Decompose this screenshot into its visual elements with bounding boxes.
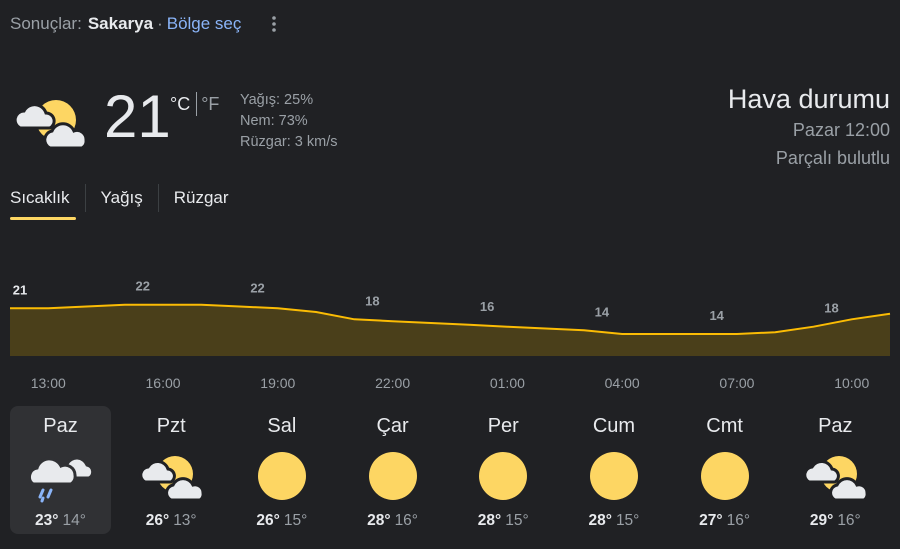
unit-switcher: °C °F xyxy=(170,92,219,116)
high-temperature: 27° xyxy=(699,512,723,529)
day-forecast[interactable]: Paz 23° 14° xyxy=(10,406,111,534)
partly-cloudy-icon xyxy=(10,92,92,152)
sun-icon xyxy=(361,448,425,504)
current-temperature: 21 xyxy=(104,83,171,150)
rain-cloud-icon xyxy=(27,448,94,504)
low-temperature: 16° xyxy=(726,512,751,529)
day-temperatures: 23° 14° xyxy=(10,512,111,530)
data-label: 22 xyxy=(136,279,150,294)
low-temperature: 15° xyxy=(505,512,529,529)
weather-time: Pazar 12:00 xyxy=(792,120,890,140)
day-forecast[interactable]: Cmt 27° 16° xyxy=(674,406,775,534)
day-name: Sal xyxy=(267,415,297,437)
high-temperature: 28° xyxy=(367,512,391,529)
low-temperature: 15° xyxy=(615,512,640,529)
day-name: Paz xyxy=(43,415,78,437)
data-label: 14 xyxy=(595,304,610,319)
day-name: Cmt xyxy=(706,415,743,437)
chart-tabs: Sıcaklık Yağış Rüzgar xyxy=(10,184,229,220)
high-temperature: 26° xyxy=(145,512,170,529)
day-forecast[interactable]: Paz 29° 16° xyxy=(785,406,886,534)
data-label: 21 xyxy=(13,282,27,297)
high-temperature: 28° xyxy=(477,512,502,529)
day-name: Per xyxy=(487,415,519,437)
more-options-icon[interactable] xyxy=(267,14,281,34)
high-temperature: 23° xyxy=(35,512,59,529)
high-temperature: 28° xyxy=(588,512,612,529)
day-forecast[interactable]: Pzt 26° 13° xyxy=(121,406,222,534)
day-temperatures: 28° 15° xyxy=(453,512,554,530)
wind-text: Rüzgar: 3 km/s xyxy=(240,134,338,150)
select-region-link[interactable]: Bölge seç xyxy=(167,14,242,34)
celsius-toggle[interactable]: °C xyxy=(170,94,190,115)
x-tick-label: 13:00 xyxy=(31,375,66,391)
fahrenheit-toggle[interactable]: °F xyxy=(201,94,219,115)
partly-cloudy-icon xyxy=(803,448,869,504)
unit-divider xyxy=(196,92,198,116)
day-temperatures: 26° 13° xyxy=(121,512,222,530)
results-label: Sonuçlar: xyxy=(10,14,82,33)
high-temperature: 26° xyxy=(256,512,280,529)
sun-icon xyxy=(471,448,535,504)
low-temperature: 16° xyxy=(394,512,419,529)
temperature-chart[interactable]: 21 22 22 18 16 14 14 18 13:00 16:00 19:00 22:00 01:0… xyxy=(0,270,900,400)
day-name: Pzt xyxy=(156,415,186,437)
day-temperatures: 26° 15° xyxy=(231,512,332,530)
data-label: 14 xyxy=(709,308,724,323)
weather-details: Yağış: 25% Nem: 73% Rüzgar: 3 km/s xyxy=(240,90,338,153)
sun-icon xyxy=(693,448,757,504)
x-tick-label: 19:00 xyxy=(260,375,295,391)
x-tick-label: 10:00 xyxy=(834,375,869,391)
low-temperature: 15° xyxy=(283,512,308,529)
x-tick-label: 16:00 xyxy=(146,375,181,391)
separator-dot: · xyxy=(157,14,163,33)
low-temperature: 14° xyxy=(62,512,86,529)
day-forecast[interactable]: Cum 28° 15° xyxy=(563,406,664,534)
weather-condition: Parçalı bulutlu xyxy=(775,148,890,168)
day-name: Cum xyxy=(592,415,636,437)
results-header: Sonuçlar: Sakarya · Bölge seç xyxy=(10,14,281,34)
data-label: 16 xyxy=(480,299,494,314)
x-tick-label: 07:00 xyxy=(719,375,754,391)
daily-forecast: Paz 23° 14° Pzt 26° 13° Sal 26° 15° Çar 28° 16° Per 2… xyxy=(10,406,896,534)
high-temperature: 29° xyxy=(809,512,834,529)
tab-divider xyxy=(84,184,86,212)
x-tick-label: 22:00 xyxy=(375,375,410,391)
day-temperatures: 27° 16° xyxy=(674,512,775,530)
day-temperatures: 28° 16° xyxy=(342,512,443,530)
partly-cloudy-icon xyxy=(139,448,205,504)
sun-icon xyxy=(250,448,314,504)
temperature-area xyxy=(10,304,890,356)
tab-wind[interactable]: Rüzgar xyxy=(174,184,229,216)
sun-icon xyxy=(582,448,646,504)
day-temperatures: 28° 15° xyxy=(563,512,664,530)
humidity-text: Nem: 73% xyxy=(240,113,308,129)
tab-temperature[interactable]: Sıcaklık xyxy=(10,184,76,220)
precipitation-text: Yağış: 25% xyxy=(240,92,314,108)
tab-precipitation[interactable]: Yağış xyxy=(101,184,143,216)
weather-title: Hava durumu xyxy=(727,84,890,114)
data-label: 22 xyxy=(250,281,264,296)
day-name: Çar xyxy=(376,415,409,437)
tab-divider xyxy=(157,184,159,212)
day-temperatures: 29° 16° xyxy=(785,512,886,530)
day-name: Paz xyxy=(818,415,853,437)
low-temperature: 16° xyxy=(837,512,861,529)
x-tick-label: 04:00 xyxy=(605,375,640,391)
low-temperature: 13° xyxy=(173,512,197,529)
day-forecast[interactable]: Çar 28° 16° xyxy=(342,406,443,534)
x-tick-label: 01:00 xyxy=(490,375,525,391)
data-label: 18 xyxy=(824,301,838,316)
weather-summary: Hava durumu Pazar 12:00 Parçalı bulutlu xyxy=(728,82,890,172)
day-forecast[interactable]: Sal 26° 15° xyxy=(231,406,332,534)
day-forecast[interactable]: Per 28° 15° xyxy=(453,406,554,534)
location-name: Sakarya xyxy=(87,14,154,33)
data-label: 18 xyxy=(365,293,379,308)
